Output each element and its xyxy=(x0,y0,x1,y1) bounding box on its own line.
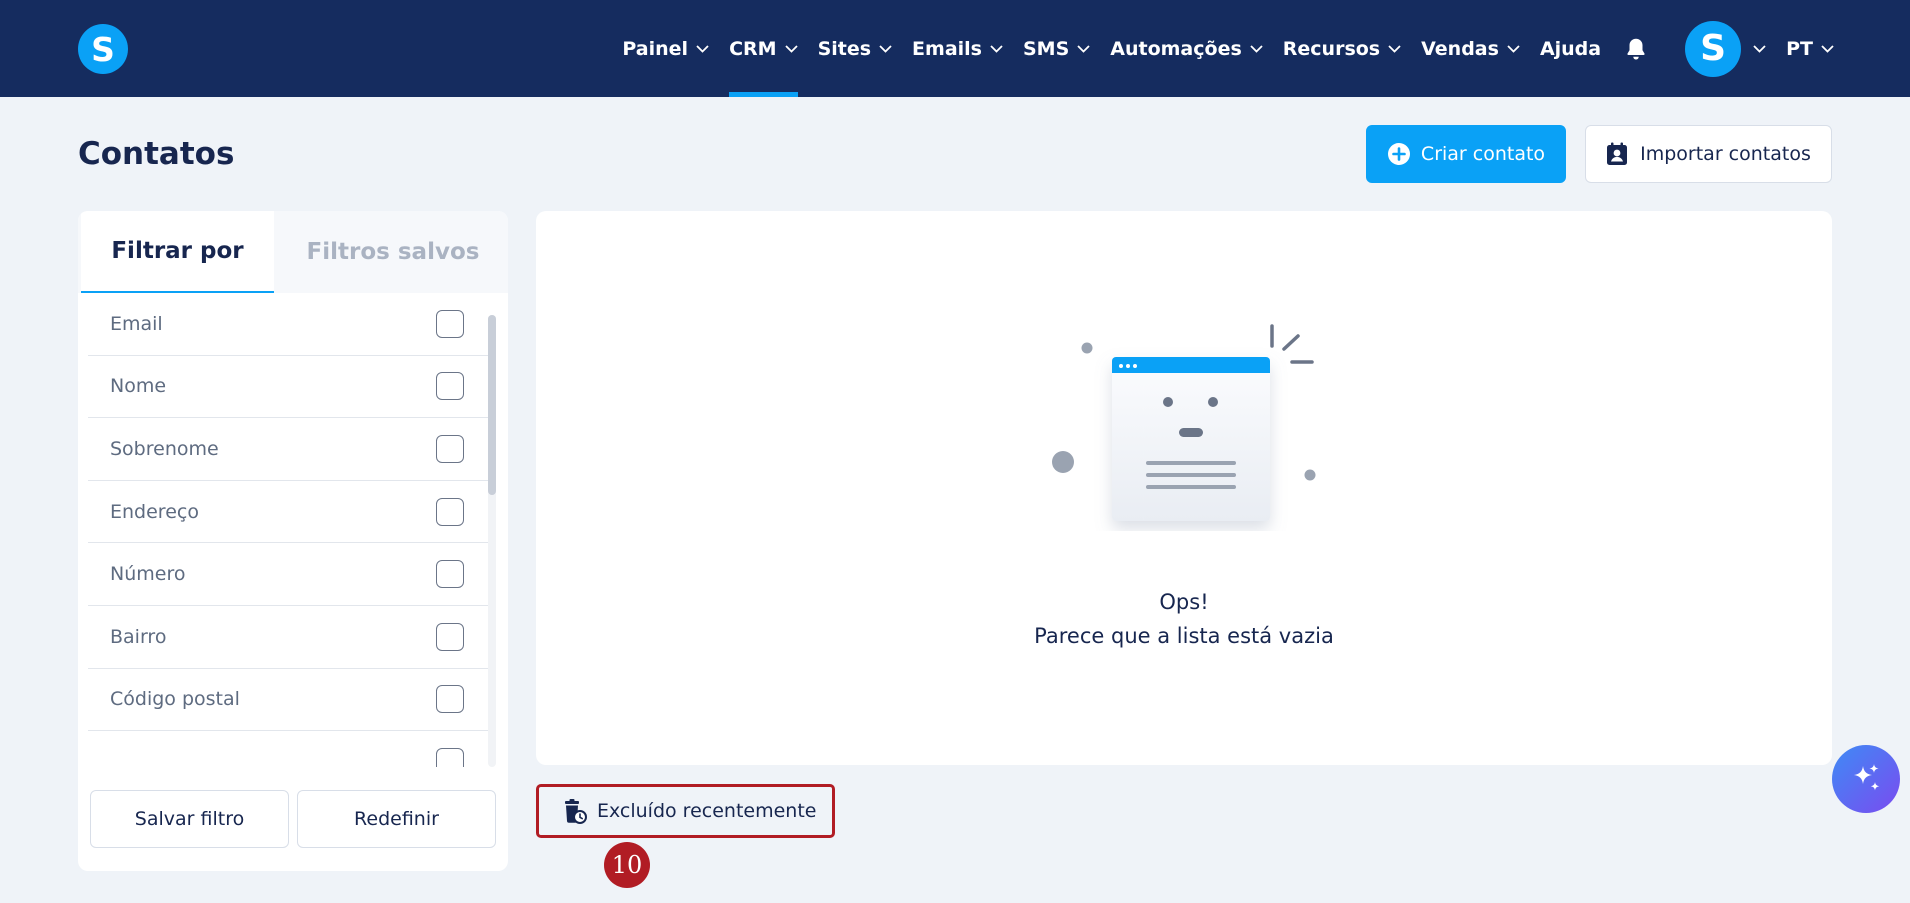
nav-item-label: Painel xyxy=(622,37,689,60)
contact-book-icon xyxy=(1607,142,1628,165)
step-number-badge: 10 xyxy=(604,842,650,888)
filter-item-label: Código postal xyxy=(110,688,240,711)
empty-state-title: Ops! xyxy=(1159,590,1209,614)
chevron-down-icon xyxy=(1507,44,1520,53)
filter-checkbox[interactable] xyxy=(436,497,464,526)
nav-item-label: SMS xyxy=(1022,37,1070,60)
nav-item-emails[interactable]: Emails xyxy=(912,0,1003,97)
filter-item-endereco[interactable]: Endereço xyxy=(88,481,488,544)
filter-checkbox[interactable] xyxy=(436,309,464,338)
nav-item-label: Vendas xyxy=(1421,37,1499,60)
nav-item-label: Emails xyxy=(912,37,982,60)
filter-item-sobrenome[interactable]: Sobrenome xyxy=(88,418,488,481)
filter-list: Email Nome Sobrenome Endereço Número Bai… xyxy=(88,293,488,767)
language-label: PT xyxy=(1786,37,1813,60)
sparkles-icon xyxy=(1854,764,1880,791)
user-avatar[interactable]: S xyxy=(1685,20,1742,77)
nav-item-recursos[interactable]: Recursos xyxy=(1283,0,1401,97)
filter-checkbox[interactable] xyxy=(436,434,464,463)
nav-item-painel[interactable]: Painel xyxy=(622,0,709,97)
filter-item-label: Endereço xyxy=(110,500,199,523)
recently-deleted-button[interactable]: Excluído recentemente xyxy=(536,784,835,838)
nav-item-label: CRM xyxy=(729,37,777,60)
filter-item-label: Email xyxy=(110,312,163,335)
brand-logo[interactable]: S xyxy=(78,24,128,74)
filter-checkbox[interactable] xyxy=(436,747,464,767)
create-contact-label: Criar contato xyxy=(1420,143,1546,165)
nav-item-label: Recursos xyxy=(1282,37,1381,60)
plus-circle-icon xyxy=(1387,143,1410,165)
chevron-down-icon xyxy=(1250,44,1263,53)
nav-item-vendas[interactable]: Vendas xyxy=(1421,0,1520,97)
nav-item-sites[interactable]: Sites xyxy=(818,0,892,97)
chevron-down-icon xyxy=(990,44,1003,53)
scrollbar-thumb[interactable] xyxy=(488,315,496,495)
trash-clock-icon xyxy=(565,799,587,824)
filter-panel: Filtrar por Filtros salvos Email Nome So… xyxy=(78,211,508,871)
reset-filter-button[interactable]: Redefinir xyxy=(297,790,496,848)
filter-checkbox[interactable] xyxy=(436,685,464,714)
empty-state-message: Parece que a lista está vazia xyxy=(1034,624,1334,648)
filter-list-scrollbar[interactable] xyxy=(488,315,496,767)
top-navigation-bar: S Painel CRM Sites Emails SMS Automações… xyxy=(0,0,1910,97)
filter-checkbox[interactable] xyxy=(436,372,464,401)
contacts-list-panel: Ops! Parece que a lista está vazia xyxy=(536,211,1832,765)
chevron-down-icon xyxy=(696,44,709,53)
filter-item-email[interactable]: Email xyxy=(88,293,488,356)
ai-assistant-button[interactable] xyxy=(1832,745,1900,813)
filter-checkbox[interactable] xyxy=(436,622,464,651)
filter-item-label: Bairro xyxy=(110,625,167,648)
import-contacts-label: Importar contatos xyxy=(1640,143,1811,165)
nav-item-sms[interactable]: SMS xyxy=(1023,0,1090,97)
filter-item-nome[interactable]: Nome xyxy=(88,356,488,419)
bell-icon[interactable] xyxy=(1623,36,1649,62)
filter-item-label: Nome xyxy=(110,375,167,398)
nav-item-ajuda[interactable]: Ajuda xyxy=(1540,0,1601,97)
nav-item-label: Automações xyxy=(1110,37,1242,60)
chevron-down-icon[interactable] xyxy=(1753,44,1766,53)
filter-item-codigo-postal[interactable]: Código postal xyxy=(88,669,488,732)
import-contacts-button[interactable]: Importar contatos xyxy=(1585,125,1832,183)
recently-deleted-label: Excluído recentemente xyxy=(597,800,817,822)
save-filter-button[interactable]: Salvar filtro xyxy=(90,790,289,848)
tab-saved-filters[interactable]: Filtros salvos xyxy=(293,211,493,293)
chevron-down-icon xyxy=(1388,44,1401,53)
empty-list-illustration xyxy=(1052,324,1316,521)
filter-item-partial[interactable] xyxy=(88,731,488,767)
language-selector[interactable]: PT xyxy=(1786,0,1834,97)
tab-filter-by[interactable]: Filtrar por xyxy=(81,211,274,293)
main-nav: Painel CRM Sites Emails SMS Automações R… xyxy=(602,0,1834,97)
nav-item-crm[interactable]: CRM xyxy=(729,0,799,97)
page-title: Contatos xyxy=(78,136,235,172)
filter-tabs: Filtrar por Filtros salvos xyxy=(78,211,508,293)
nav-item-automacoes[interactable]: Automações xyxy=(1110,0,1263,97)
filter-item-label: Número xyxy=(110,563,186,586)
filter-checkbox[interactable] xyxy=(436,560,464,589)
filter-item-bairro[interactable]: Bairro xyxy=(88,606,488,669)
create-contact-button[interactable]: Criar contato xyxy=(1366,125,1566,183)
nav-item-label: Ajuda xyxy=(1539,37,1602,60)
filter-item-numero[interactable]: Número xyxy=(88,543,488,606)
chevron-down-icon xyxy=(1077,44,1090,53)
filter-item-label: Sobrenome xyxy=(110,437,219,460)
nav-item-label: Sites xyxy=(817,37,872,60)
chevron-down-icon xyxy=(879,44,892,53)
chevron-down-icon xyxy=(784,44,798,53)
chevron-down-icon xyxy=(1821,44,1834,53)
